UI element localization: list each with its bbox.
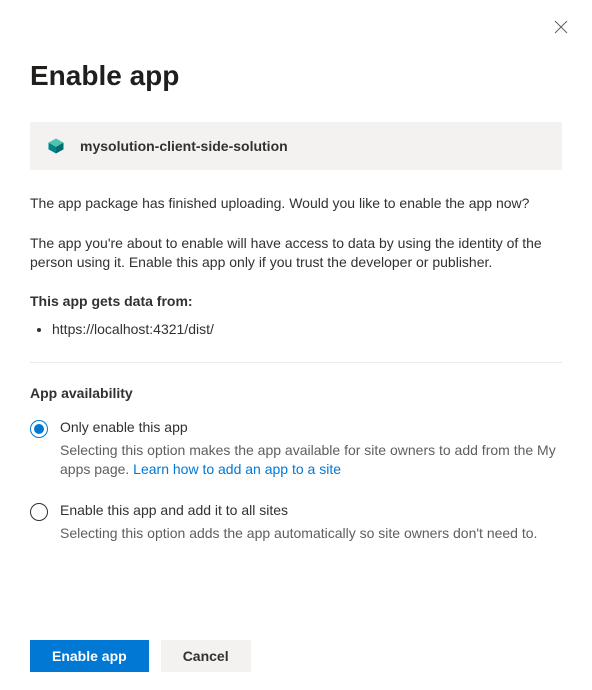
availability-heading: App availability: [30, 385, 562, 401]
radio-description: Selecting this option adds the app autom…: [60, 524, 562, 544]
data-sources-list: https://localhost:4321/dist/: [30, 319, 562, 340]
close-icon: [554, 20, 568, 34]
close-button[interactable]: [554, 20, 572, 38]
package-name: mysolution-client-side-solution: [80, 138, 288, 154]
package-bar: mysolution-client-side-solution: [30, 122, 562, 170]
radio-body: Enable this app and add it to all sites …: [60, 502, 562, 544]
learn-add-app-link[interactable]: Learn how to add an app to a site: [133, 461, 341, 477]
dialog-footer: Enable app Cancel: [30, 640, 251, 672]
availability-radio-group: Only enable this app Selecting this opti…: [30, 419, 562, 544]
radio-label: Enable this app and add it to all sites: [60, 502, 562, 518]
cancel-button[interactable]: Cancel: [161, 640, 251, 672]
radio-button-icon: [30, 503, 48, 521]
upload-finished-text: The app package has finished uploading. …: [30, 194, 562, 214]
data-source-item: https://localhost:4321/dist/: [52, 319, 562, 340]
radio-button-icon: [30, 420, 48, 438]
dialog-title: Enable app: [30, 60, 562, 92]
package-icon: [46, 136, 66, 156]
radio-body: Only enable this app Selecting this opti…: [60, 419, 562, 480]
divider: [30, 362, 562, 363]
radio-enable-all-sites[interactable]: Enable this app and add it to all sites …: [30, 502, 562, 544]
radio-description: Selecting this option makes the app avai…: [60, 441, 562, 480]
enable-app-button[interactable]: Enable app: [30, 640, 149, 672]
trust-warning-text: The app you're about to enable will have…: [30, 234, 562, 273]
radio-only-enable[interactable]: Only enable this app Selecting this opti…: [30, 419, 562, 480]
data-sources-heading: This app gets data from:: [30, 293, 562, 309]
radio-label: Only enable this app: [60, 419, 562, 435]
enable-app-dialog: Enable app mysolution-client-side-soluti…: [0, 0, 592, 596]
